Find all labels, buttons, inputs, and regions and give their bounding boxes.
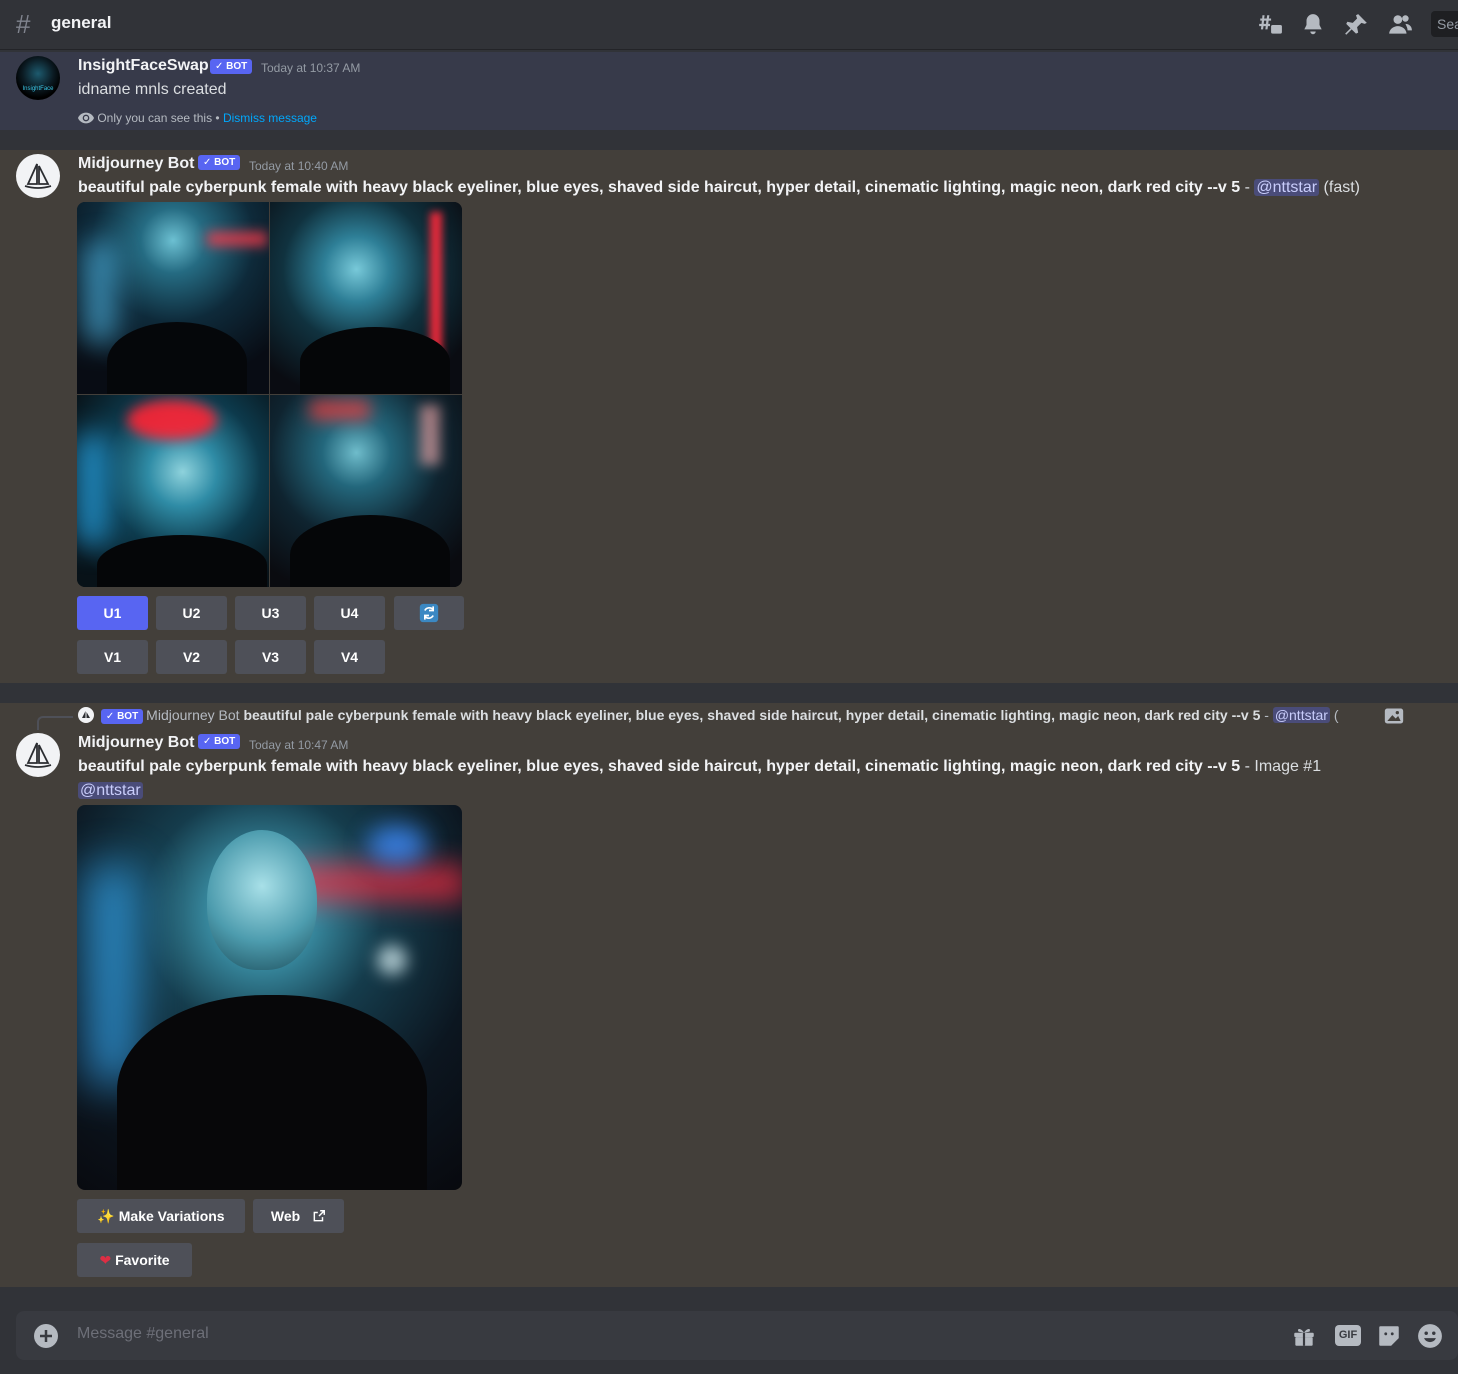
refresh-icon xyxy=(419,603,439,623)
gift-icon[interactable] xyxy=(1291,1323,1317,1349)
dismiss-message-link[interactable]: Dismiss message xyxy=(223,111,317,125)
message-content: beautiful pale cyberpunk female with hea… xyxy=(78,176,1438,200)
gif-label: GIF xyxy=(1338,1329,1358,1341)
external-link-icon xyxy=(313,1210,326,1222)
timestamp: Today at 10:47 AM xyxy=(249,738,349,752)
reply-mention[interactable]: @nttstar xyxy=(1272,707,1330,723)
search-input[interactable]: Sea xyxy=(1431,11,1458,37)
ephemeral-note-text: Only you can see this xyxy=(97,111,213,125)
timestamp: Today at 10:37 AM xyxy=(261,61,361,75)
threads-icon[interactable] xyxy=(1257,12,1283,38)
heart-icon: ❤ xyxy=(99,1252,112,1268)
timestamp: Today at 10:40 AM xyxy=(249,159,349,173)
avatar[interactable]: InsightFace xyxy=(16,56,60,100)
magic-wand-icon: ✨ xyxy=(97,1208,115,1224)
eye-icon xyxy=(78,112,94,124)
message-content: beautiful pale cyberpunk female with hea… xyxy=(78,755,1438,803)
upscaled-image[interactable] xyxy=(77,805,462,1190)
plus-icon xyxy=(40,1330,52,1342)
favorite-label: Favorite xyxy=(115,1252,170,1268)
bot-badge: ✓ BOT xyxy=(198,734,241,749)
sticker-icon[interactable] xyxy=(1376,1323,1402,1349)
avatar[interactable] xyxy=(16,733,60,777)
grid-image-1[interactable] xyxy=(77,202,269,394)
upscale-button-4[interactable]: U4 xyxy=(314,596,385,630)
image-suffix: - Image #1 xyxy=(1240,758,1322,775)
grid-image-3[interactable] xyxy=(77,395,269,587)
bot-badge: ✓ BOT xyxy=(210,59,253,74)
reply-author: Midjourney Bot xyxy=(146,707,240,723)
channel-name: general xyxy=(51,13,112,32)
bot-badge: ✓ BOT xyxy=(198,155,241,170)
members-icon[interactable] xyxy=(1387,12,1413,38)
message-text: idname mnls created xyxy=(78,81,227,98)
variation-button-4[interactable]: V4 xyxy=(314,640,385,674)
pin-icon[interactable] xyxy=(1343,12,1369,38)
add-attachment-button[interactable] xyxy=(34,1324,58,1348)
message-input[interactable]: Message #general xyxy=(77,1325,209,1343)
reply-avatar-icon xyxy=(78,707,94,723)
avatar[interactable] xyxy=(16,154,60,198)
ephemeral-note: Only you can see this • Dismiss message xyxy=(78,111,317,125)
ephemeral-message: InsightFace InsightFaceSwap ✓ BOT Today … xyxy=(0,52,1458,130)
reroll-button[interactable] xyxy=(394,596,464,630)
avatar-logo-text: InsightFace xyxy=(22,86,54,92)
variation-button-3[interactable]: V3 xyxy=(235,640,306,674)
user-mention[interactable]: @nttstar xyxy=(1254,179,1320,196)
reply-dash: - xyxy=(1260,707,1273,723)
author-name[interactable]: Midjourney Bot xyxy=(78,155,194,173)
dash-separator: - xyxy=(1240,179,1255,196)
message-composer[interactable]: Message #general GIF xyxy=(16,1311,1458,1360)
web-button[interactable]: Web xyxy=(253,1199,344,1233)
sailboat-icon xyxy=(24,163,52,189)
channel-header: # general Sea xyxy=(0,0,1458,50)
reply-prompt: beautiful pale cyberpunk female with hea… xyxy=(243,707,1261,723)
grid-image-2[interactable] xyxy=(270,202,462,394)
image-icon xyxy=(1384,708,1404,724)
message-grid: Midjourney Bot ✓ BOT Today at 10:40 AM b… xyxy=(0,150,1458,683)
upscale-button-3[interactable]: U3 xyxy=(235,596,306,630)
gif-button[interactable]: GIF xyxy=(1335,1325,1361,1346)
channel-hash-icon: # xyxy=(16,9,31,39)
reply-spine xyxy=(37,716,73,730)
reply-trail: ( xyxy=(1329,707,1339,723)
grid-image-4[interactable] xyxy=(270,395,462,587)
emoji-icon[interactable] xyxy=(1417,1323,1443,1349)
sailboat-icon xyxy=(24,742,52,768)
variation-button-1[interactable]: V1 xyxy=(77,640,148,674)
separator: • xyxy=(212,111,223,125)
message-upscaled: ✓ BOT Midjourney Bot beautiful pale cyber… xyxy=(0,703,1458,1287)
variation-button-2[interactable]: V2 xyxy=(156,640,227,674)
upscale-button-2[interactable]: U2 xyxy=(156,596,227,630)
prompt-text: beautiful pale cyberpunk female with hea… xyxy=(78,758,1241,775)
prompt-text: beautiful pale cyberpunk female with hea… xyxy=(78,179,1241,196)
author-name[interactable]: Midjourney Bot xyxy=(78,734,194,752)
web-label: Web xyxy=(270,1208,301,1224)
bell-icon[interactable] xyxy=(1300,12,1326,38)
upscale-button-1[interactable]: U1 xyxy=(77,596,148,630)
bot-badge: ✓ BOT xyxy=(100,709,144,724)
make-variations-button[interactable]: ✨ Make Variations xyxy=(77,1199,245,1233)
favorite-button[interactable]: ❤ Favorite xyxy=(77,1243,192,1277)
user-mention[interactable]: @nttstar xyxy=(78,782,143,799)
speed-suffix: (fast) xyxy=(1319,179,1360,196)
make-variations-label: Make Variations xyxy=(118,1208,225,1224)
author-name[interactable]: InsightFaceSwap xyxy=(78,57,209,75)
image-grid[interactable] xyxy=(77,202,462,587)
reply-preview[interactable]: ✓ BOT Midjourney Bot beautiful pale cyber… xyxy=(78,707,1438,727)
